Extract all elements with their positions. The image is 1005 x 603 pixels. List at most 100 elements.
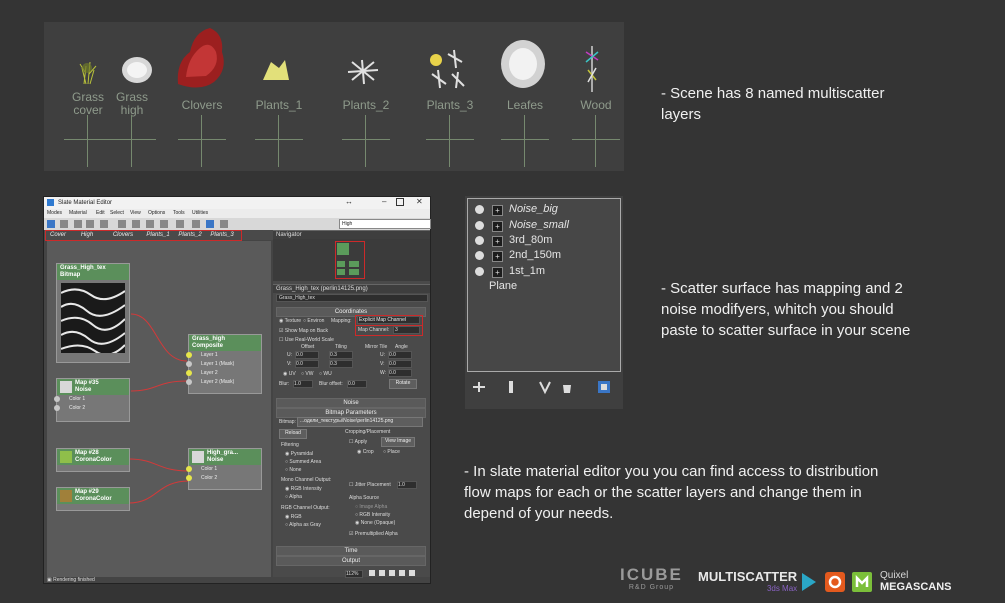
v-offset-field[interactable]: 0.0 <box>295 360 319 368</box>
wu-radio[interactable]: ○ WU <box>319 371 332 377</box>
make-unique-icon[interactable] <box>537 379 553 395</box>
show-end-result-icon[interactable] <box>503 379 519 395</box>
expand-icon[interactable]: + <box>492 267 503 278</box>
modifier-item-plane[interactable]: Plane <box>468 279 620 294</box>
u-angle-field[interactable]: 0.0 <box>388 351 412 359</box>
node-input-layer-1-mask[interactable]: Layer 1 (Mask) <box>186 360 261 369</box>
modifier-item-3rd-80m[interactable]: +3rd_80m <box>468 233 620 248</box>
assign-tool-icon[interactable] <box>74 220 82 228</box>
modifier-item-noise-small[interactable]: + Noise_small <box>468 218 620 233</box>
jitter-field[interactable]: 1.0 <box>397 481 417 489</box>
real-world-checkbox[interactable]: ☐ Use Real-World Scale <box>279 337 334 343</box>
zoom-icon[interactable] <box>379 570 385 576</box>
place-radio[interactable]: ○ Place <box>383 449 400 455</box>
node-input-layer-2[interactable]: Layer 2 <box>186 369 261 378</box>
modifier-item-1st-1m[interactable]: +1st_1m <box>468 264 620 279</box>
summed-area-radio[interactable]: ○ Summed Area <box>285 459 321 465</box>
modifier-item-2nd-150m[interactable]: +2nd_150m <box>468 248 620 263</box>
v-angle-field[interactable]: 0.0 <box>388 360 412 368</box>
navigator-view[interactable] <box>273 239 430 281</box>
zoom-extents-icon[interactable] <box>399 570 405 576</box>
node-map-35-noise[interactable]: Map #35 Noise Color 1 Color 2 <box>54 378 130 422</box>
node-graph-view[interactable]: Grass_High_tex Bitmap Grass_high Composite… <box>47 241 271 577</box>
pyramidal-radio[interactable]: ◉ Pyramidal <box>285 451 313 457</box>
reload-button[interactable]: Reload <box>279 429 307 439</box>
node-map-29-coronacolor[interactable]: Map #29 CoronaColor <box>56 487 130 511</box>
expand-icon[interactable]: + <box>492 221 503 232</box>
texture-radio[interactable]: ◉ Texture <box>279 318 301 324</box>
show-map-checkbox[interactable]: ☑ Show Map on Back <box>279 328 328 334</box>
v-tiling-field[interactable]: 0.3 <box>329 360 353 368</box>
time-rollout[interactable]: Time <box>276 546 426 556</box>
node-input-layer-1[interactable]: Layer 1 <box>186 351 261 360</box>
w-angle-field[interactable]: 0.0 <box>388 369 412 377</box>
pan-icon[interactable] <box>369 570 375 576</box>
premultiplied-checkbox[interactable]: ☑ Premultiplied Alpha <box>349 531 398 537</box>
menu-tools[interactable]: Tools <box>173 210 185 216</box>
background-icon[interactable] <box>160 220 168 228</box>
none-radio[interactable]: ○ None <box>285 467 301 473</box>
apply-checkbox[interactable]: ☐ Apply <box>349 439 367 445</box>
reset-tool-icon[interactable] <box>86 220 94 228</box>
layout-icon[interactable] <box>132 220 140 228</box>
select-tool-icon[interactable] <box>47 220 55 228</box>
bulb-icon[interactable] <box>475 267 484 276</box>
image-alpha-radio[interactable]: ○ Image Alpha <box>355 504 387 510</box>
zoom-selected-icon[interactable] <box>409 570 415 576</box>
expand-icon[interactable]: + <box>492 251 503 262</box>
menu-utilities[interactable]: Utilities <box>192 210 208 216</box>
configure-modifier-sets-icon[interactable] <box>596 379 612 395</box>
node-input-color-2[interactable]: Color 2 <box>54 404 129 413</box>
move-children-icon[interactable] <box>118 220 126 228</box>
remove-modifier-icon[interactable] <box>559 379 575 395</box>
close-icon[interactable]: ✕ <box>416 197 423 206</box>
rgb-intensity-alpha-radio[interactable]: ○ RGB Intensity <box>355 512 390 518</box>
rgb-intensity-radio[interactable]: ◉ RGB Intensity <box>285 486 322 492</box>
quality-dropdown[interactable]: High <box>339 219 431 229</box>
menu-options[interactable]: Options <box>148 210 165 216</box>
navigation-icon[interactable] <box>220 220 228 228</box>
expand-icon[interactable]: + <box>492 205 503 216</box>
jitter-checkbox[interactable]: ☐ Jitter Placement <box>349 482 391 488</box>
environ-radio[interactable]: ○ Environ <box>303 318 324 324</box>
pin-stack-icon[interactable] <box>471 379 487 395</box>
map-name-field[interactable]: Grass_High_tex <box>276 294 428 302</box>
node-grass-high-composite[interactable]: Grass_high Composite Layer 1 Layer 1 (Mas… <box>186 334 262 394</box>
modifier-item-noise-big[interactable]: + Noise_big <box>468 202 620 217</box>
tab-high[interactable]: High <box>77 231 97 239</box>
rotate-button[interactable]: Rotate <box>389 379 417 389</box>
vw-radio[interactable]: ○ VW <box>301 371 313 377</box>
node-input-color-2[interactable]: Color 2 <box>186 474 261 483</box>
node-high-grass-noise[interactable]: High_gra... Noise Color 1 Color 2 <box>186 448 262 490</box>
expand-icon[interactable]: + <box>492 236 503 247</box>
menu-select[interactable]: Select <box>110 210 124 216</box>
tab-cover[interactable]: Cover <box>47 231 69 239</box>
minimize-icon[interactable]: – <box>382 197 386 206</box>
show-map-icon[interactable] <box>146 220 154 228</box>
output-rollout[interactable]: Output <box>276 556 426 566</box>
rgb-radio[interactable]: ◉ RGB <box>285 514 302 520</box>
alpha-radio[interactable]: ○ Alpha <box>285 494 302 500</box>
bulb-icon[interactable] <box>475 251 484 260</box>
render-icon[interactable] <box>192 220 200 228</box>
node-grass-high-tex-bitmap[interactable]: Grass_High_tex Bitmap <box>56 263 130 363</box>
tab-plants-1[interactable]: Plants_1 <box>144 231 172 239</box>
zoom-field[interactable]: 112% <box>345 570 363 578</box>
menu-edit[interactable]: Edit <box>96 210 105 216</box>
bulb-icon[interactable] <box>475 221 484 230</box>
alpha-as-gray-radio[interactable]: ○ Alpha as Gray <box>285 522 321 528</box>
node-input-color-1[interactable]: Color 1 <box>186 465 261 474</box>
menu-view[interactable]: View <box>130 210 141 216</box>
maximize-icon[interactable] <box>396 198 404 206</box>
tab-plants-3[interactable]: Plants_3 <box>208 231 236 239</box>
view-image-button[interactable]: View Image <box>381 437 415 447</box>
blur-field[interactable]: 1.0 <box>293 380 313 388</box>
u-offset-field[interactable]: 0.0 <box>295 351 319 359</box>
uv-radio[interactable]: ◉ UV <box>283 371 296 377</box>
none-opaque-radio[interactable]: ◉ None (Opaque) <box>355 520 395 526</box>
delete-tool-icon[interactable] <box>100 220 108 228</box>
mapping-dropdown[interactable]: Explicit Map Channel <box>357 316 420 324</box>
tab-clovers[interactable]: Clovers <box>110 231 136 239</box>
tab-plants-2[interactable]: Plants_2 <box>176 231 204 239</box>
pin-icon[interactable]: ↔ <box>345 197 353 206</box>
